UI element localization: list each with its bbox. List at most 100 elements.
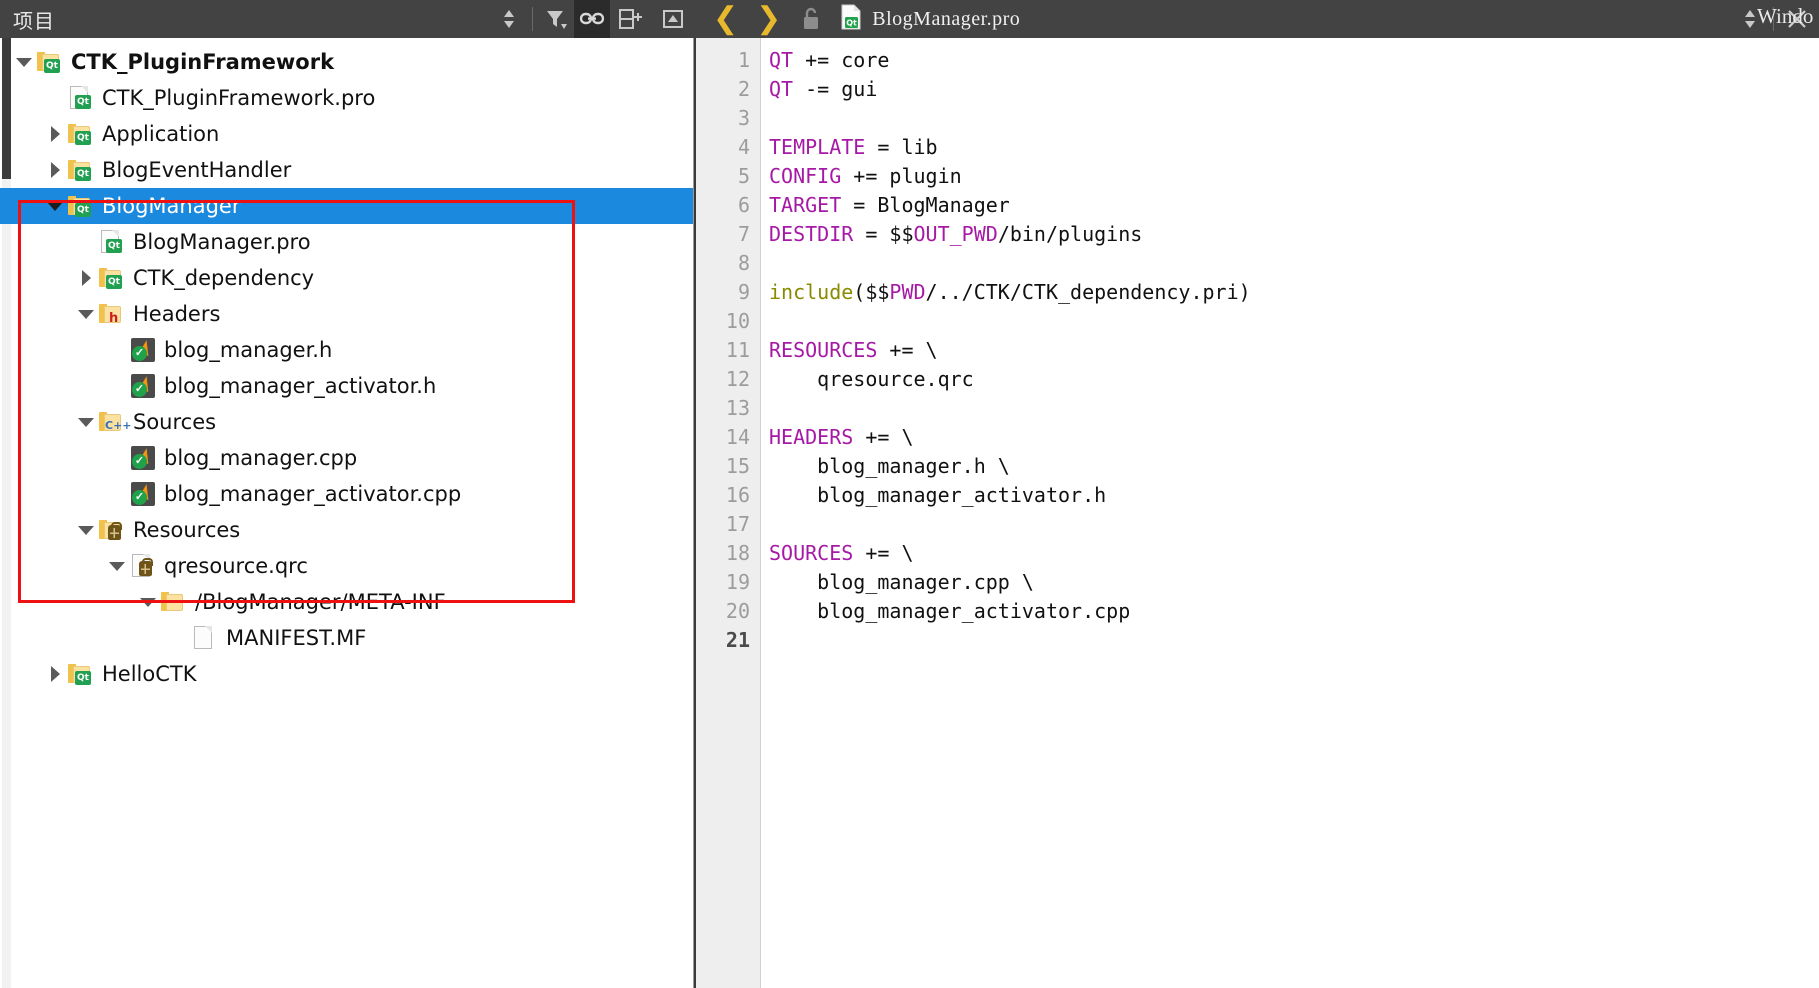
code-token: blog_manager.cpp \ — [769, 570, 1034, 594]
h-folder-icon: h — [97, 301, 125, 327]
line-number: 21 — [725, 628, 750, 652]
line-number: 17 — [725, 512, 750, 536]
tree-item-blogmanager[interactable]: Qt BlogManager — [0, 188, 693, 224]
code-line: blog_manager_activator.h — [769, 481, 1819, 510]
code-token: blog_manager_activator.cpp — [769, 599, 1131, 623]
line-number: 8 — [737, 251, 750, 275]
tree-item-helloctk[interactable]: Qt HelloCTK — [0, 656, 693, 692]
line-number: 16 — [725, 483, 750, 507]
panel-title: 项目 — [13, 8, 55, 33]
code-line: blog_manager.cpp \ — [769, 568, 1819, 597]
expand-arrow-icon[interactable] — [44, 663, 66, 685]
tree-item-manifest-mf[interactable]: MANIFEST.MF — [0, 620, 693, 656]
line-number: 1 — [737, 48, 750, 72]
tree-item-label: CTK_PluginFramework — [71, 50, 335, 74]
expand-arrow-icon[interactable] — [75, 267, 97, 289]
tree-item-blog-manager-cpp[interactable]: ✓ blog_manager.cpp — [0, 440, 693, 476]
line-number: 10 — [725, 309, 750, 333]
collapse-arrow-icon[interactable] — [13, 51, 35, 73]
open-file-name: BlogManager.pro — [872, 7, 1021, 30]
collapse-arrow-icon[interactable] — [44, 195, 66, 217]
tree-item-headers[interactable]: h Headers — [0, 296, 693, 332]
code-line: SOURCES += \ — [769, 539, 1819, 568]
no-arrow-spacer — [106, 483, 128, 505]
line-number: 13 — [725, 396, 750, 420]
qt-pro-file-icon: Qt — [66, 85, 94, 111]
no-arrow-spacer — [75, 231, 97, 253]
code-token: = BlogManager — [841, 193, 1010, 217]
unlocked-padlock-icon[interactable] — [790, 0, 832, 38]
top-toolbar: 项目 ❮ ❯ Qt BlogManager.pro Windo — [0, 0, 1819, 38]
tree-item-qresource-qrc[interactable]: qresource.qrc — [0, 548, 693, 584]
code-line: QT -= gui — [769, 75, 1819, 104]
code-token: RESOURCES — [769, 338, 878, 362]
tree-item-blogeventhandler[interactable]: Qt BlogEventHandler — [0, 152, 693, 188]
no-arrow-spacer — [168, 627, 190, 649]
expand-arrow-icon[interactable] — [44, 159, 66, 181]
project-panel-toolbar: 项目 — [0, 0, 694, 38]
code-token: qresource.qrc — [769, 367, 974, 391]
collapse-arrow-icon[interactable] — [106, 555, 128, 577]
tree-item-blog-manager-activator-h[interactable]: ✓ blog_manager_activator.h — [0, 368, 693, 404]
tree-item-label: BlogManager.pro — [133, 230, 311, 254]
code-token: blog_manager.h \ — [769, 454, 1010, 478]
chevron-right-icon[interactable]: ❯ — [747, 4, 790, 34]
code-editor[interactable]: 1 2 3 4 5 6 7 8 9 10 11 12 13 14 15 16 17 18 19 20 21 QT += … — [694, 38, 1819, 988]
code-token: QT — [769, 77, 794, 101]
tree-item-label: BlogEventHandler — [102, 158, 292, 182]
collapse-arrow-icon[interactable] — [75, 303, 97, 325]
code-line: DESTDIR = $$OUT_PWD/bin/plugins — [769, 220, 1819, 249]
open-file-chip[interactable]: Qt BlogManager.pro — [840, 4, 1020, 35]
code-token: = $$ — [853, 222, 914, 246]
code-token: = lib — [865, 135, 938, 159]
split-add-icon[interactable] — [610, 0, 652, 38]
code-token: /../CTK/CTK_dependency.pri) — [925, 280, 1251, 304]
tree-item-label: Headers — [133, 302, 221, 326]
chevron-left-icon[interactable]: ❮ — [704, 4, 747, 34]
code-token: include — [769, 280, 854, 304]
tree-item-blogmanager-pro[interactable]: Qt BlogManager.pro — [0, 224, 693, 260]
cpp-folder-icon: C++ — [97, 409, 132, 435]
link-sync-icon[interactable] — [574, 0, 610, 38]
code-line: TARGET = BlogManager — [769, 191, 1819, 220]
tree-item-sources[interactable]: C++ Sources — [0, 404, 693, 440]
code-text-area[interactable]: QT += core QT -= gui TEMPLATE = lib CONFIG… — [761, 38, 1819, 988]
code-line: RESOURCES += \ — [769, 336, 1819, 365]
window-menu-label[interactable]: Windo — [1757, 4, 1819, 29]
code-token: += core — [793, 48, 890, 72]
collapse-icon[interactable] — [652, 0, 694, 38]
line-number: 4 — [737, 135, 750, 159]
tree-item-blogmanager-meta-inf[interactable]: /BlogManager/META-INF — [0, 584, 693, 620]
line-number: 11 — [725, 338, 750, 362]
tree-item-ctk-pluginframework-pro[interactable]: Qt CTK_PluginFramework.pro — [0, 80, 693, 116]
tree-item-label: CTK_dependency — [133, 266, 315, 290]
tree-item-label: Resources — [133, 518, 241, 542]
tree-item-label: blog_manager_activator.cpp — [164, 482, 462, 506]
qt-folder-icon: Qt — [66, 157, 94, 183]
collapse-arrow-icon[interactable] — [75, 411, 97, 433]
collapse-arrow-icon[interactable] — [75, 519, 97, 541]
line-number: 9 — [737, 280, 750, 304]
filter-icon[interactable] — [538, 0, 574, 38]
line-number: 18 — [725, 541, 750, 565]
code-token: ($$ — [853, 280, 890, 304]
qt-creator-window: 项目 ❮ ❯ Qt BlogManager.pro Windo Qt CTK_P… — [0, 0, 1819, 988]
tree-item-blog-manager-activator-cpp[interactable]: ✓ blog_manager_activator.cpp — [0, 476, 693, 512]
tree-item-ctk-dependency[interactable]: Qt CTK_dependency — [0, 260, 693, 296]
tree-item-resources[interactable]: Resources — [0, 512, 693, 548]
collapse-arrow-icon[interactable] — [137, 591, 159, 613]
code-token: PWD — [889, 280, 926, 304]
tree-item-ctk-pluginframework[interactable]: Qt CTK_PluginFramework — [0, 44, 693, 80]
line-number: 7 — [737, 222, 750, 246]
expand-arrow-icon[interactable] — [44, 123, 66, 145]
tree-item-blog-manager-h[interactable]: ✓ blog_manager.h — [0, 332, 693, 368]
code-line: CONFIG += plugin — [769, 162, 1819, 191]
source-file-icon: ✓ — [128, 337, 156, 363]
toolbar-divider — [532, 7, 533, 31]
code-line: HEADERS += \ — [769, 423, 1819, 452]
sort-updown-icon[interactable] — [491, 0, 527, 38]
tree-item-application[interactable]: Qt Application — [0, 116, 693, 152]
